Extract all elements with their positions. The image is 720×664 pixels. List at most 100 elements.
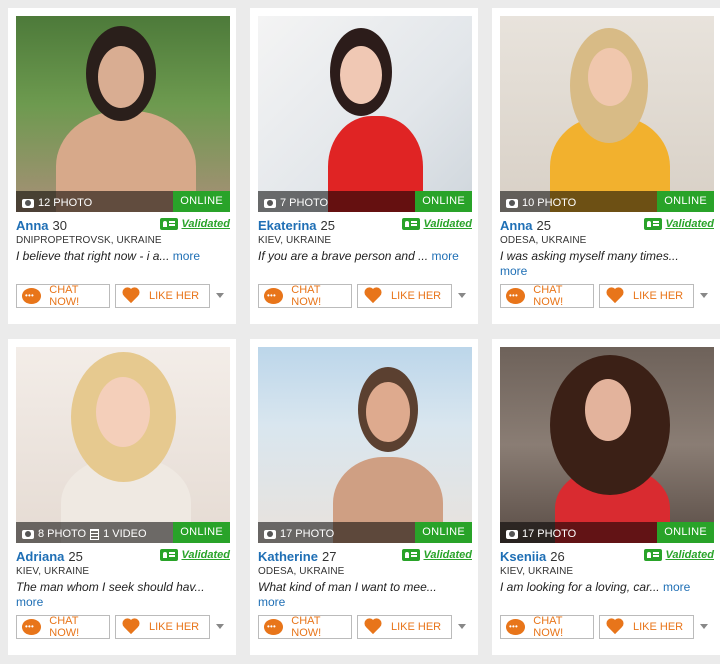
chat-now-button[interactable]: CHAT NOW! [258, 615, 352, 639]
profile-name[interactable]: Ekaterina [258, 218, 317, 233]
profile-location: ODESA, UKRAINE [500, 235, 587, 246]
profile-card: 7 PHOTO ONLINE Ekaterina 25 Validated KIE… [250, 8, 478, 324]
profile-photo[interactable]: 12 PHOTO ONLINE [16, 16, 230, 212]
validated-badge[interactable]: Validated [159, 218, 230, 230]
profile-location: ODESA, UKRAINE [258, 566, 345, 577]
heart-icon [363, 287, 383, 305]
chat-bubble-icon [264, 288, 284, 304]
profile-age: 26 [550, 549, 565, 564]
more-link[interactable]: more [258, 595, 285, 609]
chevron-down-icon[interactable] [700, 624, 708, 629]
id-card-icon [401, 549, 420, 561]
profile-bio: I believe that right now - i a... more [16, 249, 201, 263]
video-count: 1 VIDEO [103, 528, 147, 540]
validated-badge[interactable]: Validated [643, 549, 714, 561]
profile-card: 10 PHOTO ONLINE Anna 25 Validated ODESA, … [492, 8, 720, 324]
chat-now-button[interactable]: CHAT NOW! [500, 284, 594, 308]
video-icon [90, 528, 100, 540]
chevron-down-icon[interactable] [216, 293, 224, 298]
profile-bio: The man whom I seek should hav... more [16, 580, 205, 609]
profile-card: 8 PHOTO 1 VIDEO ONLINE Adriana 25 Validate… [8, 339, 236, 655]
photo-count: 8 PHOTO [38, 528, 87, 540]
chat-bubble-icon [506, 288, 526, 304]
photo-count: 7 PHOTO [280, 197, 329, 209]
online-badge: ONLINE [415, 522, 472, 543]
profile-card: 12 PHOTO ONLINE Anna 30 Validated DNIPROP… [8, 8, 236, 324]
online-badge: ONLINE [415, 191, 472, 212]
profile-age: 25 [68, 549, 83, 564]
more-link[interactable]: more [500, 264, 527, 278]
chat-bubble-icon [22, 288, 42, 304]
like-her-button[interactable]: LIKE HER [599, 284, 694, 308]
profile-location: KIEV, UKRAINE [500, 566, 574, 577]
validated-badge[interactable]: Validated [643, 218, 714, 230]
profile-card: 17 PHOTO ONLINE Kseniia 26 Validated KIEV… [492, 339, 720, 655]
chevron-down-icon[interactable] [458, 624, 466, 629]
profile-age: 27 [321, 549, 337, 564]
camera-icon [264, 529, 276, 539]
profile-bio: I was asking myself many times... more [500, 249, 679, 278]
profile-location: DNIPROPETROVSK, UKRAINE [16, 235, 162, 246]
chat-now-button[interactable]: CHAT NOW! [16, 615, 110, 639]
more-link[interactable]: more [16, 595, 43, 609]
id-card-icon [159, 218, 178, 230]
id-card-icon [643, 218, 662, 230]
like-her-button[interactable]: LIKE HER [115, 615, 210, 639]
chat-bubble-icon [506, 619, 526, 635]
photo-count: 17 PHOTO [522, 528, 577, 540]
profile-bio: I am looking for a loving, car... more [500, 580, 691, 594]
like-her-button[interactable]: LIKE HER [357, 284, 452, 308]
online-badge: ONLINE [173, 191, 230, 212]
id-card-icon [643, 549, 662, 561]
more-link[interactable]: more [173, 249, 200, 263]
photo-count: 12 PHOTO [38, 197, 93, 209]
profile-bio: What kind of man I want to mee... more [258, 580, 437, 609]
profile-name[interactable]: Kseniia [500, 549, 546, 564]
profile-location: KIEV, UKRAINE [16, 566, 90, 577]
online-badge: ONLINE [657, 522, 714, 543]
profile-name[interactable]: Anna [16, 218, 49, 233]
profile-age: 25 [320, 218, 336, 233]
chat-now-button[interactable]: CHAT NOW! [500, 615, 594, 639]
profile-photo[interactable]: 7 PHOTO ONLINE [258, 16, 472, 212]
heart-icon [121, 618, 141, 636]
photo-count: 17 PHOTO [280, 528, 335, 540]
validated-badge[interactable]: Validated [159, 549, 230, 561]
profile-location: KIEV, UKRAINE [258, 235, 332, 246]
id-card-icon [159, 549, 178, 561]
id-card-icon [401, 218, 420, 230]
like-her-button[interactable]: LIKE HER [357, 615, 452, 639]
profile-age: 25 [536, 218, 551, 233]
chat-now-button[interactable]: CHAT NOW! [258, 284, 352, 308]
like-her-button[interactable]: LIKE HER [599, 615, 694, 639]
heart-icon [363, 618, 383, 636]
profile-photo[interactable]: 17 PHOTO ONLINE [258, 347, 472, 543]
chevron-down-icon[interactable] [458, 293, 466, 298]
profile-photo[interactable]: 8 PHOTO 1 VIDEO ONLINE [16, 347, 230, 543]
like-her-button[interactable]: LIKE HER [115, 284, 210, 308]
more-link[interactable]: more [431, 249, 458, 263]
chevron-down-icon[interactable] [216, 624, 224, 629]
profile-bio: If you are a brave person and ... more [258, 249, 459, 263]
profile-photo[interactable]: 10 PHOTO ONLINE [500, 16, 714, 212]
heart-icon [121, 287, 141, 305]
chat-bubble-icon [264, 619, 284, 635]
heart-icon [605, 618, 625, 636]
chevron-down-icon[interactable] [700, 293, 708, 298]
profile-name[interactable]: Anna [500, 218, 533, 233]
photo-count: 10 PHOTO [522, 197, 577, 209]
validated-badge[interactable]: Validated [401, 549, 472, 561]
chat-bubble-icon [22, 619, 42, 635]
online-badge: ONLINE [657, 191, 714, 212]
profile-name[interactable]: Adriana [16, 549, 64, 564]
camera-icon [506, 529, 518, 539]
more-link[interactable]: more [663, 580, 690, 594]
heart-icon [605, 287, 625, 305]
validated-badge[interactable]: Validated [401, 218, 472, 230]
profile-age: 30 [52, 218, 67, 233]
profile-photo[interactable]: 17 PHOTO ONLINE [500, 347, 714, 543]
camera-icon [506, 198, 518, 208]
chat-now-button[interactable]: CHAT NOW! [16, 284, 110, 308]
profile-name[interactable]: Katherine [258, 549, 318, 564]
camera-icon [22, 529, 34, 539]
